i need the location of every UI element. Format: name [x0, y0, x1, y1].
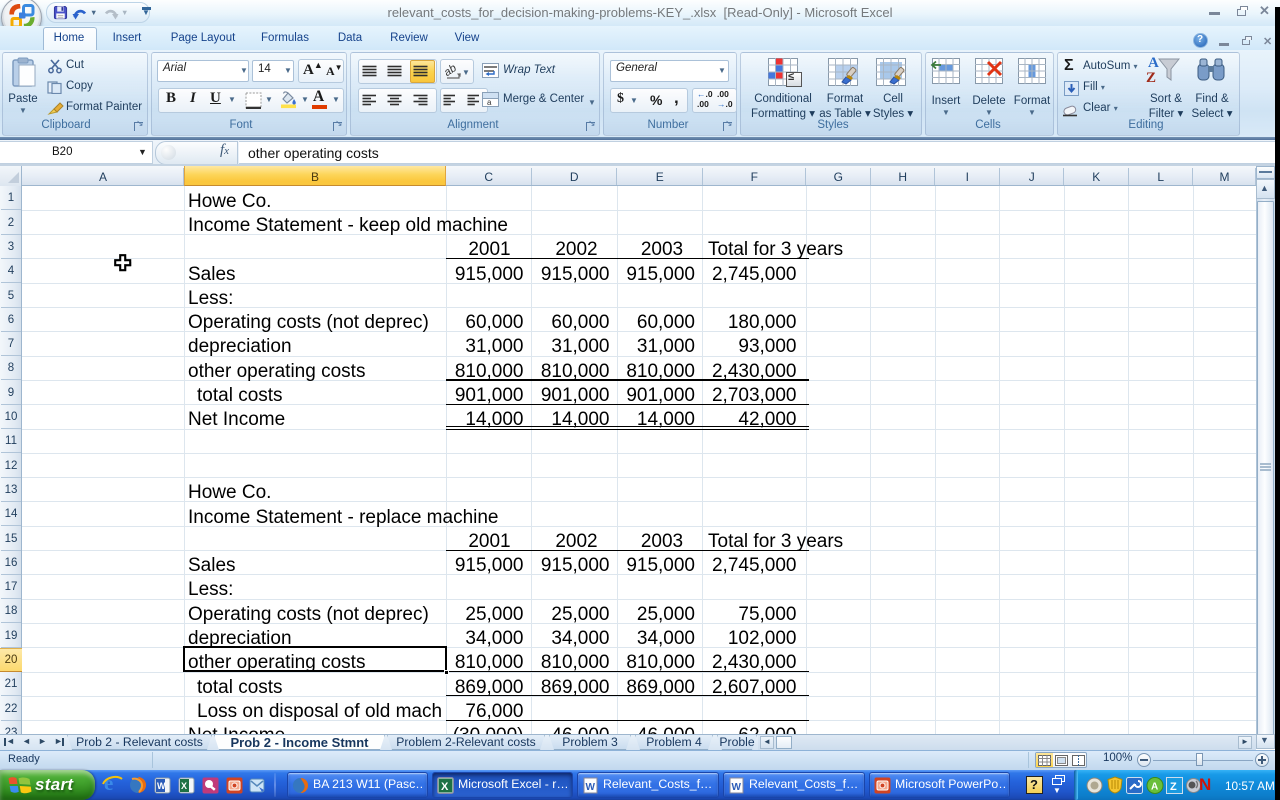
- svg-text:ab: ab: [444, 62, 459, 79]
- svg-text:X: X: [181, 781, 187, 791]
- svg-text:W: W: [732, 782, 742, 793]
- svg-text:W: W: [157, 781, 166, 791]
- svg-text:a: a: [487, 98, 492, 107]
- svg-text:Z: Z: [1170, 781, 1177, 793]
- svg-text:A: A: [1151, 782, 1158, 793]
- svg-text:W: W: [586, 782, 596, 793]
- svg-text:X: X: [441, 781, 449, 793]
